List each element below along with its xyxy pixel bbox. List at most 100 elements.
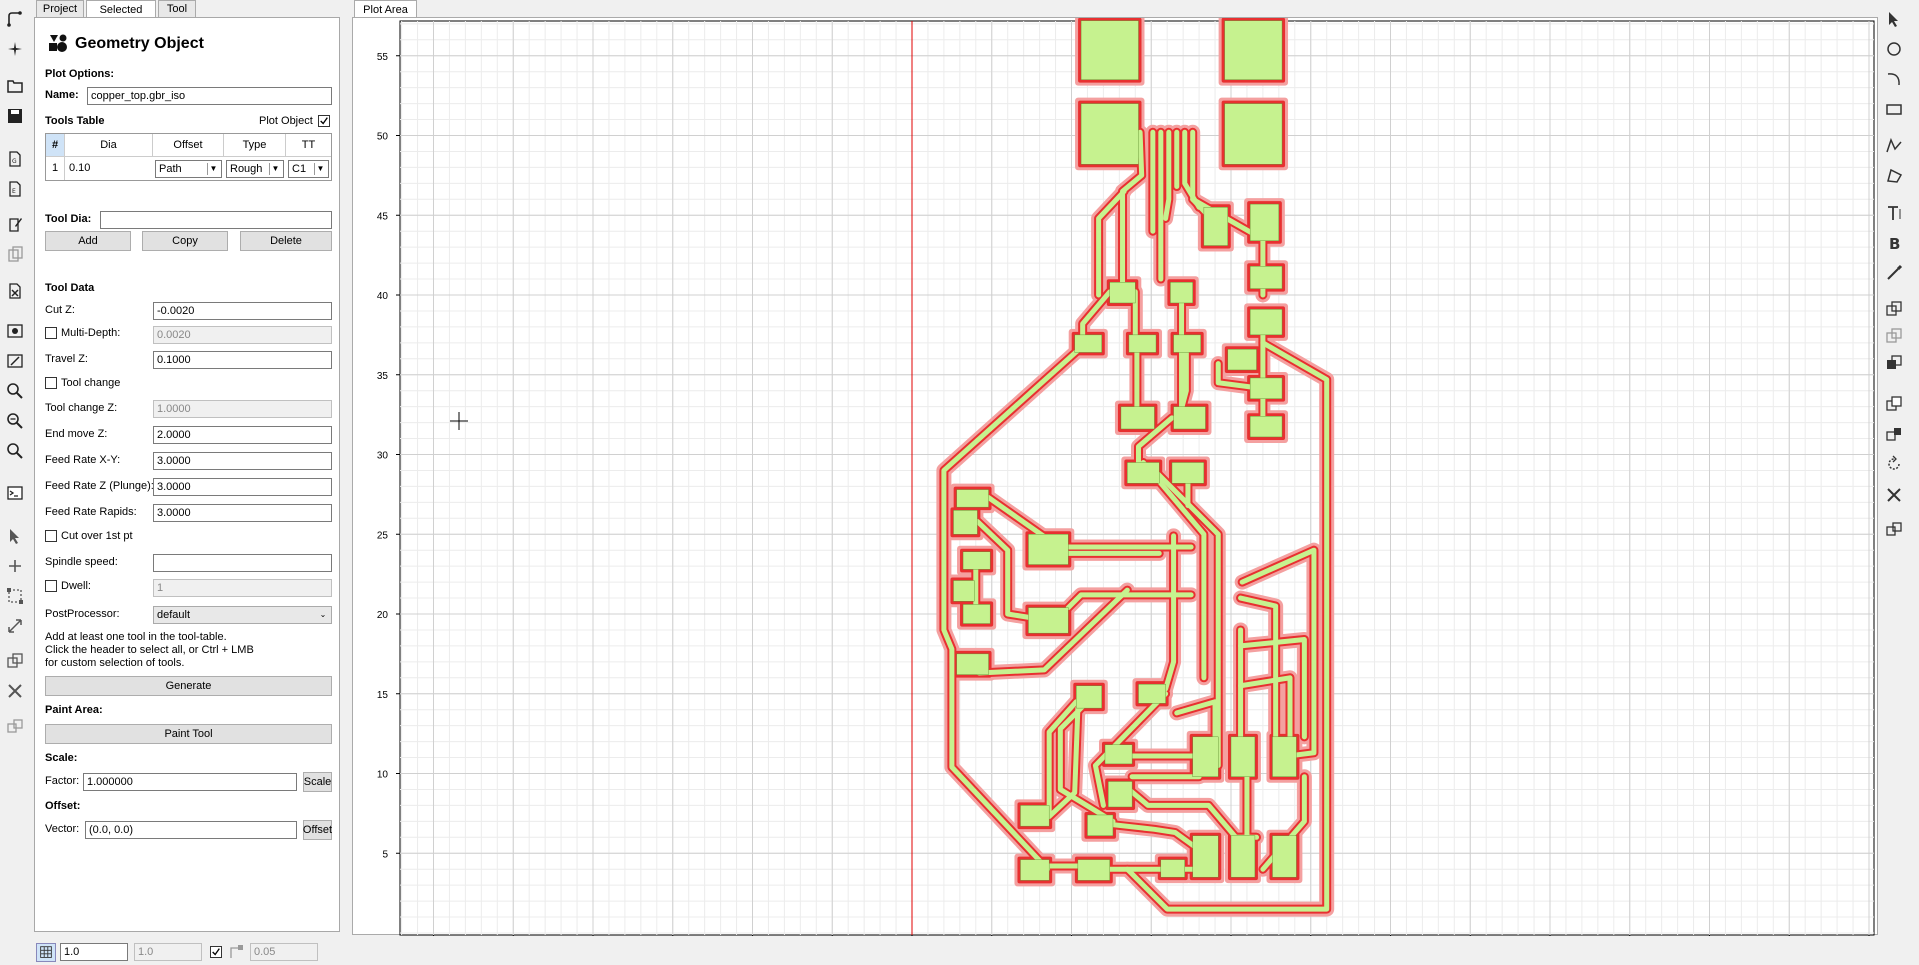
- offset-button[interactable]: Offset: [303, 820, 332, 840]
- plot-canvas[interactable]: -30-25-20-15-10-505101520253035404550556…: [353, 14, 1879, 952]
- copy-geo-icon[interactable]: [1883, 393, 1904, 414]
- clear-plot-icon[interactable]: [4, 350, 25, 371]
- gerber-file-icon[interactable]: G: [4, 148, 25, 169]
- plot-area[interactable]: -30-25-20-15-10-505101520253035404550556…: [352, 14, 1879, 952]
- feed-xy-input[interactable]: 3.0000: [153, 452, 332, 470]
- left-toolbar: G E: [0, 0, 29, 965]
- zoom-in-icon[interactable]: [4, 410, 25, 431]
- feed-rapids-input[interactable]: 3.0000: [153, 504, 332, 522]
- travel-z-input[interactable]: 0.1000: [153, 351, 332, 369]
- generate-button[interactable]: Generate: [45, 676, 332, 696]
- postprocessor-select[interactable]: default ⌄: [153, 606, 332, 624]
- select-icon[interactable]: [1883, 8, 1904, 29]
- table-header-dia[interactable]: Dia: [65, 134, 153, 157]
- sparkle-icon[interactable]: [4, 38, 25, 59]
- dwell-checkbox[interactable]: [45, 580, 57, 592]
- grid-snap-icon[interactable]: [36, 943, 56, 962]
- add-tool-button[interactable]: Add: [45, 231, 131, 251]
- spindle-input[interactable]: [153, 554, 332, 572]
- route-icon[interactable]: [4, 8, 25, 29]
- snap-max-input[interactable]: 0.05: [250, 943, 318, 961]
- union-icon[interactable]: [1883, 298, 1904, 319]
- cut-over-checkbox[interactable]: [45, 530, 57, 542]
- tool-dia-input[interactable]: [100, 211, 332, 229]
- delete-file-icon[interactable]: [4, 280, 25, 301]
- grid-x-input[interactable]: 1.0: [60, 943, 128, 961]
- tab-selected[interactable]: Selected: [86, 0, 156, 18]
- circle-icon[interactable]: [1883, 38, 1904, 59]
- offset-select[interactable]: Path ▼: [155, 160, 222, 178]
- table-header-type[interactable]: Type: [224, 134, 286, 157]
- transform-icon[interactable]: [4, 715, 25, 736]
- move-geo-icon[interactable]: [1883, 423, 1904, 444]
- arc-icon[interactable]: [1883, 68, 1904, 89]
- copy-file-icon[interactable]: [4, 243, 25, 264]
- paint-brush-icon[interactable]: [1883, 262, 1904, 283]
- rotate-icon[interactable]: [1883, 453, 1904, 474]
- travel-z-label: Travel Z:: [45, 353, 88, 365]
- plot-object-label: Plot Object: [259, 115, 313, 127]
- tool-dia-label: Tool Dia:: [45, 213, 92, 225]
- plot-object-checkbox[interactable]: [318, 115, 330, 127]
- hint-line-2: Click the header to select all, or Ctrl …: [45, 644, 254, 656]
- buffer-icon[interactable]: B: [1883, 232, 1904, 253]
- pad-copper: [1080, 103, 1139, 165]
- text-icon[interactable]: [1883, 202, 1904, 223]
- name-input[interactable]: copper_top.gbr_iso: [87, 87, 332, 105]
- scale-button[interactable]: Scale: [303, 772, 332, 792]
- y-tick-label: 35: [377, 371, 389, 382]
- geometry-icon: [47, 33, 69, 55]
- zoom-out-icon[interactable]: [4, 440, 25, 461]
- path-icon[interactable]: [1883, 135, 1904, 156]
- table-header-num[interactable]: #: [46, 134, 65, 157]
- vector-input[interactable]: (0.0, 0.0): [85, 821, 297, 839]
- table-header-tt[interactable]: TT: [286, 134, 331, 157]
- chevron-down-icon: ⌄: [319, 610, 327, 619]
- edit-file-icon[interactable]: [4, 213, 25, 234]
- zoom-fit-icon[interactable]: [4, 380, 25, 401]
- save-icon[interactable]: [4, 105, 25, 126]
- delete-geo-icon[interactable]: [1883, 484, 1904, 505]
- pad-copper: [1272, 736, 1297, 777]
- cut-z-input[interactable]: -0.0020: [153, 302, 332, 320]
- grid-y-input[interactable]: 1.0: [134, 943, 202, 961]
- select-arrow-icon[interactable]: [4, 525, 25, 546]
- open-folder-icon[interactable]: [4, 75, 25, 96]
- row-dia[interactable]: 0.10: [69, 157, 149, 180]
- copy-tool-button[interactable]: Copy: [142, 231, 228, 251]
- shell-icon[interactable]: [4, 482, 25, 503]
- subtraction-icon[interactable]: [1883, 352, 1904, 373]
- intersection-icon[interactable]: [1883, 325, 1904, 346]
- factor-input[interactable]: 1.000000: [83, 773, 297, 791]
- tool-change-checkbox[interactable]: [45, 377, 57, 389]
- multi-depth-checkbox[interactable]: [45, 327, 57, 339]
- end-move-z-input[interactable]: 2.0000: [153, 426, 332, 444]
- offset-select-value: Path: [159, 163, 182, 175]
- paint-tool-button[interactable]: Paint Tool: [45, 724, 332, 744]
- excellon-file-icon[interactable]: E: [4, 178, 25, 199]
- transform-geo-icon[interactable]: [1883, 518, 1904, 539]
- rectangle-icon[interactable]: [1883, 98, 1904, 119]
- copy-shape-icon[interactable]: [4, 650, 25, 671]
- grid-lock-checkbox[interactable]: [210, 946, 222, 958]
- dwell-input[interactable]: 1: [153, 579, 332, 597]
- tool-change-z-input[interactable]: 1.0000: [153, 400, 332, 418]
- multi-depth-input[interactable]: 0.0020: [153, 326, 332, 344]
- add-point-icon[interactable]: [4, 555, 25, 576]
- delete-tool-button[interactable]: Delete: [240, 231, 332, 251]
- snap-corner-icon[interactable]: [228, 944, 244, 960]
- replot-icon[interactable]: [4, 320, 25, 341]
- tab-project[interactable]: Project: [36, 0, 84, 17]
- feed-z-input[interactable]: 3.0000: [153, 478, 332, 496]
- polygon-icon[interactable]: [1883, 165, 1904, 186]
- type-select[interactable]: Rough ▼: [226, 160, 284, 178]
- delete-shape-icon[interactable]: [4, 680, 25, 701]
- tab-tool[interactable]: Tool: [158, 0, 196, 17]
- resize-icon[interactable]: [4, 615, 25, 636]
- name-label: Name:: [45, 89, 79, 101]
- tt-select[interactable]: C1 ▼: [288, 160, 329, 178]
- move-nodes-icon[interactable]: [4, 585, 25, 606]
- tab-plot-area[interactable]: Plot Area: [354, 0, 417, 18]
- tools-table[interactable]: # Dia Offset Type TT 1 0.10 Path ▼ Rough ▼…: [45, 133, 332, 181]
- table-header-offset[interactable]: Offset: [153, 134, 224, 157]
